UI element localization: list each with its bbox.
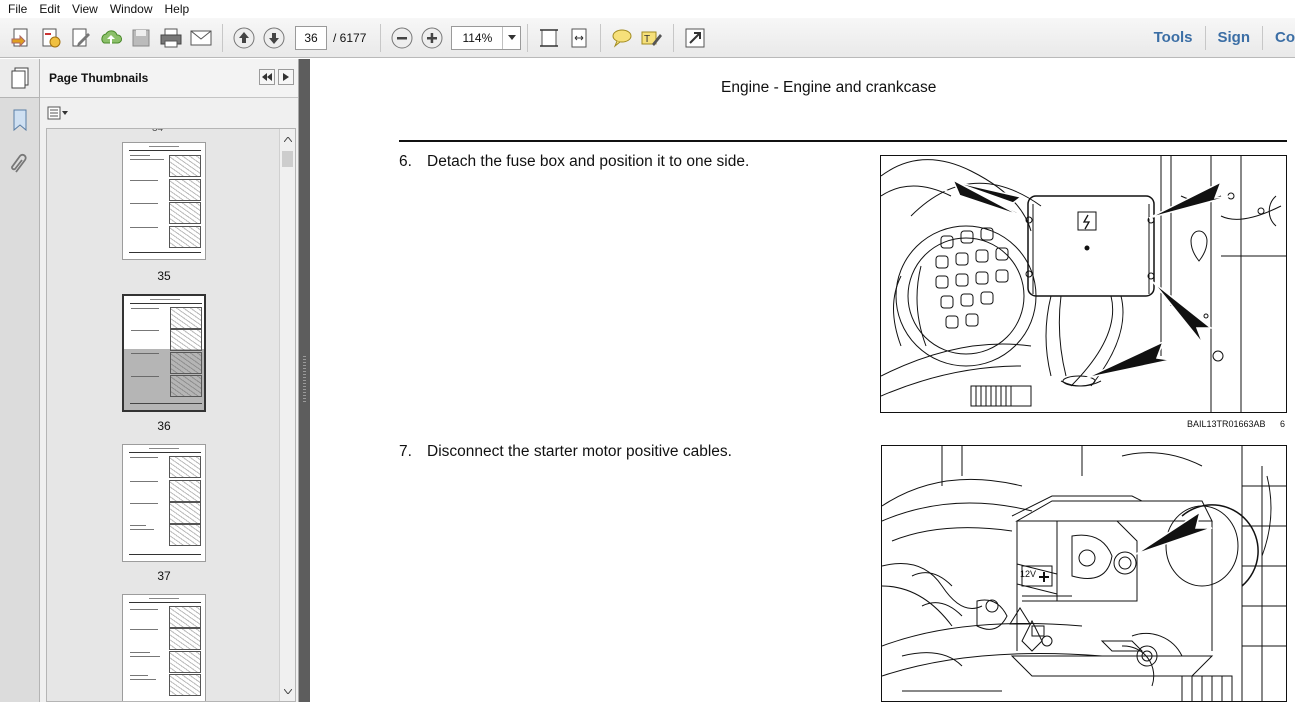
thumbnail-label: 37 (157, 569, 171, 583)
fuse-box-illustration (880, 155, 1287, 413)
upload-cloud-icon[interactable] (96, 23, 126, 53)
panel-title: Page Thumbnails (49, 71, 149, 85)
voltage-label: 12V (1020, 569, 1036, 579)
page-thumbnails-tab[interactable] (0, 59, 39, 98)
page-header: Engine - Engine and crankcase (721, 79, 937, 96)
zoom-out-icon[interactable] (387, 23, 417, 53)
collapse-panel-icon[interactable] (259, 69, 275, 85)
expand-icon[interactable] (680, 23, 710, 53)
highlight-icon[interactable]: T (637, 23, 667, 53)
zoom-in-icon[interactable] (417, 23, 447, 53)
chevron-down-icon[interactable] (502, 26, 520, 49)
options-menu[interactable] (40, 98, 298, 128)
zoom-value: 114% (462, 30, 493, 45)
scroll-thumb[interactable] (282, 151, 293, 167)
page-total: / 6177 (333, 30, 367, 45)
thumbnails-list[interactable]: 34 35 36 37 (46, 128, 296, 702)
document-view[interactable]: Engine - Engine and crankcase 6. Detach t… (310, 59, 1295, 702)
toolbar: 36 / 6177 114% T Tools Sign Co (0, 18, 1295, 58)
thumbnails-scrollbar[interactable] (279, 129, 295, 701)
options-icon (47, 106, 68, 120)
page-thumbnails-icon (11, 67, 28, 89)
fit-width-icon[interactable] (564, 23, 594, 53)
step-text: Disconnect the starter motor positive ca… (427, 443, 732, 460)
create-pdf-icon[interactable] (6, 23, 36, 53)
step-text: Detach the fuse box and position it to o… (427, 153, 750, 170)
zoom-select[interactable]: 114% (451, 25, 522, 50)
thumbnail-page[interactable] (122, 594, 206, 701)
thumbnail-page[interactable] (122, 142, 206, 260)
scroll-down-icon[interactable] (280, 683, 295, 699)
attachments-icon[interactable] (0, 142, 39, 186)
edit-pdf-icon[interactable] (66, 23, 96, 53)
thumbnails-panel: Page Thumbnails 34 35 36 37 (40, 59, 299, 702)
thumbnail-page-selected[interactable] (122, 294, 206, 412)
thumbnail-label: 35 (157, 269, 171, 283)
thumbnail-page[interactable] (122, 444, 206, 562)
convert-pdf-icon[interactable] (36, 23, 66, 53)
header-rule (399, 140, 1287, 142)
sign-button[interactable]: Sign (1206, 25, 1263, 51)
scroll-up-icon[interactable] (280, 131, 295, 147)
navigation-pane-strip (0, 59, 40, 702)
expand-panel-icon[interactable] (278, 69, 294, 85)
menu-view[interactable]: View (66, 0, 104, 18)
starter-motor-illustration: 12V (881, 445, 1287, 702)
menu-window[interactable]: Window (104, 0, 159, 18)
tools-button[interactable]: Tools (1142, 25, 1205, 51)
next-page-icon[interactable] (259, 23, 289, 53)
menu-edit[interactable]: Edit (33, 0, 66, 18)
svg-text:T: T (644, 34, 650, 45)
email-icon[interactable] (186, 23, 216, 53)
save-icon[interactable] (126, 23, 156, 53)
fit-page-icon[interactable] (534, 23, 564, 53)
page-number-input[interactable]: 36 (295, 25, 327, 50)
step-number: 6. (399, 153, 412, 170)
menu-bar: File Edit View Window Help (0, 0, 1295, 18)
thumbnail-partial-label: 34 (152, 128, 164, 134)
thumbnail-label: 36 (157, 419, 171, 433)
figure-code: BAIL13TR01663AB (1187, 419, 1266, 429)
print-icon[interactable] (156, 23, 186, 53)
step-6: 6. Detach the fuse box and position it to… (399, 153, 749, 171)
comment-icon[interactable] (607, 23, 637, 53)
bookmarks-icon[interactable] (0, 98, 39, 142)
panel-splitter[interactable] (299, 59, 310, 702)
step-7: 7. Disconnect the starter motor positive … (399, 443, 732, 461)
menu-file[interactable]: File (0, 0, 33, 18)
menu-help[interactable]: Help (159, 0, 196, 18)
previous-page-icon[interactable] (229, 23, 259, 53)
figure-index: 6 (1280, 419, 1286, 429)
comment-button[interactable]: Co (1263, 25, 1295, 51)
step-number: 7. (399, 443, 412, 460)
